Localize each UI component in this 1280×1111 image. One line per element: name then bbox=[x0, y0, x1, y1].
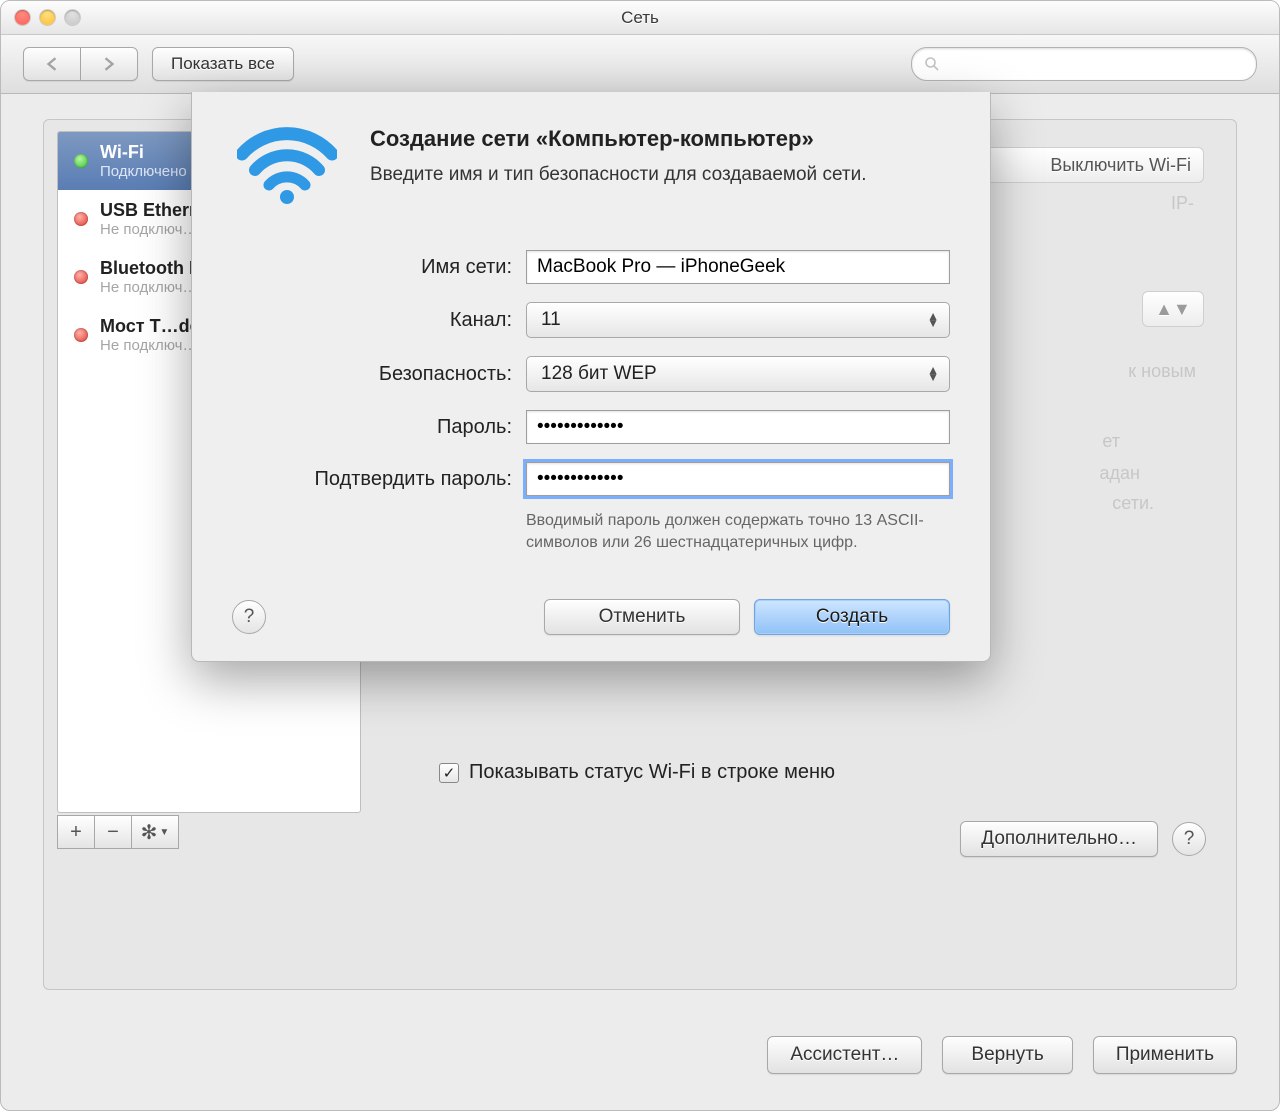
forward-button[interactable] bbox=[81, 47, 138, 81]
toolbar: Показать все bbox=[1, 35, 1279, 94]
wifi-icon bbox=[232, 126, 342, 204]
security-value: 128 бит WEP bbox=[541, 363, 657, 385]
system-preferences-window: Сеть Показать все Wi-Fi Подключено bbox=[0, 0, 1280, 1111]
updown-icon: ▲▼ bbox=[927, 313, 939, 327]
revert-button[interactable]: Вернуть bbox=[942, 1036, 1072, 1074]
password-hint: Вводимый пароль должен содержать точно 1… bbox=[526, 510, 950, 553]
show-status-checkbox-row: ✓ Показывать статус Wi-Fi в строке меню bbox=[439, 761, 835, 784]
bg-text: ет bbox=[1102, 431, 1120, 452]
interface-title: Wi-Fi bbox=[100, 142, 187, 163]
status-dot-icon bbox=[74, 154, 88, 168]
titlebar: Сеть bbox=[1, 1, 1279, 35]
checkbox-label: Показывать статус Wi-Fi в строке меню bbox=[469, 761, 835, 784]
back-button[interactable] bbox=[23, 47, 81, 81]
advanced-button[interactable]: Дополнительно… bbox=[960, 821, 1158, 857]
channel-select[interactable]: 11 ▲▼ bbox=[526, 302, 950, 338]
confirm-password-label: Подтвердить пароль: bbox=[232, 468, 512, 491]
password-label: Пароль: bbox=[232, 416, 512, 439]
search-field[interactable] bbox=[911, 47, 1257, 81]
sheet-title: Создание сети «Компьютер-компьютер» bbox=[370, 126, 866, 152]
bg-text: к новым bbox=[1128, 361, 1196, 382]
network-name-input[interactable] bbox=[526, 250, 950, 284]
channel-label: Канал: bbox=[232, 309, 512, 332]
status-dot-icon bbox=[74, 270, 88, 284]
bg-text: адан bbox=[1100, 463, 1140, 484]
add-interface-button[interactable]: + bbox=[57, 815, 94, 849]
nav-segmented bbox=[23, 47, 138, 81]
sheet-subtitle: Введите имя и тип безопасности для созда… bbox=[370, 164, 866, 186]
security-select[interactable]: 128 бит WEP ▲▼ bbox=[526, 356, 950, 392]
footer-buttons: Ассистент… Вернуть Применить bbox=[767, 1036, 1237, 1074]
remove-interface-button[interactable]: − bbox=[94, 815, 131, 849]
interface-list-actions: + − ✻▼ bbox=[57, 815, 179, 849]
apply-button[interactable]: Применить bbox=[1093, 1036, 1237, 1074]
chevron-down-icon: ▼ bbox=[159, 827, 169, 838]
assistant-button[interactable]: Ассистент… bbox=[767, 1036, 922, 1074]
cancel-button[interactable]: Отменить bbox=[544, 599, 740, 635]
show-all-button[interactable]: Показать все bbox=[152, 47, 294, 81]
search-input[interactable] bbox=[948, 55, 1244, 74]
bg-text: IP- bbox=[1171, 193, 1194, 214]
channel-value: 11 bbox=[541, 309, 561, 331]
create-network-sheet: Создание сети «Компьютер-компьютер» Введ… bbox=[191, 92, 991, 662]
show-status-checkbox[interactable]: ✓ bbox=[439, 763, 459, 783]
zoom-window-button[interactable] bbox=[65, 10, 80, 25]
create-network-form: Имя сети: Канал: 11 ▲▼ Безопасность: 128… bbox=[232, 250, 950, 553]
status-dot-icon bbox=[74, 212, 88, 226]
updown-icon: ▲▼ bbox=[927, 367, 939, 381]
window-controls bbox=[15, 10, 80, 25]
interface-actions-menu[interactable]: ✻▼ bbox=[131, 815, 179, 849]
close-window-button[interactable] bbox=[15, 10, 30, 25]
help-button[interactable]: ? bbox=[1172, 822, 1206, 856]
security-label: Безопасность: bbox=[232, 363, 512, 386]
confirm-password-input[interactable] bbox=[526, 462, 950, 496]
interface-status: Подключено bbox=[100, 163, 187, 180]
minimize-window-button[interactable] bbox=[40, 10, 55, 25]
network-name-label: Имя сети: bbox=[232, 256, 512, 279]
create-button[interactable]: Создать bbox=[754, 599, 950, 635]
window-title: Сеть bbox=[1, 8, 1279, 28]
sheet-help-button[interactable]: ? bbox=[232, 600, 266, 634]
password-input[interactable] bbox=[526, 410, 950, 444]
bg-text: сети. bbox=[1112, 493, 1154, 514]
search-icon bbox=[924, 56, 940, 72]
gear-icon: ✻ bbox=[141, 820, 158, 845]
status-dot-icon bbox=[74, 328, 88, 342]
network-name-select[interactable]: ▲▼ bbox=[1142, 291, 1204, 327]
